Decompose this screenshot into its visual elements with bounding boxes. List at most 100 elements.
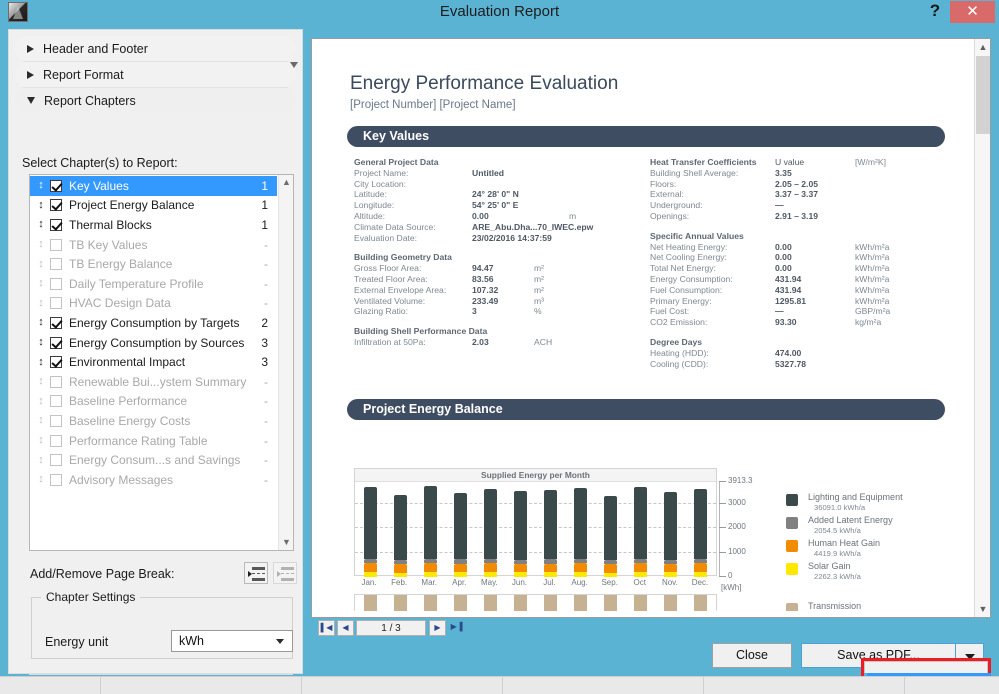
chapter-checkbox[interactable] bbox=[50, 435, 62, 447]
chapter-row[interactable]: ↕HVAC Design Data- bbox=[30, 294, 277, 314]
accordion-report-format[interactable]: Report Format bbox=[15, 62, 296, 87]
chapter-checkbox[interactable] bbox=[50, 395, 62, 407]
drag-handle-icon[interactable]: ↕ bbox=[34, 337, 47, 348]
chapter-row[interactable]: ↕Thermal Blocks1 bbox=[30, 215, 277, 235]
chapter-row[interactable]: ↕ TB Energy Balance- bbox=[30, 254, 277, 274]
energy-unit-select[interactable]: kWh bbox=[171, 630, 293, 652]
page-number-input[interactable]: 1 / 3 bbox=[356, 620, 426, 636]
scroll-up-icon[interactable]: ▲ bbox=[279, 175, 294, 190]
chevron-down-icon bbox=[27, 97, 35, 104]
chart-losses bbox=[354, 594, 717, 611]
drag-handle-icon[interactable]: ↕ bbox=[34, 180, 47, 191]
chart-bar-segment bbox=[484, 563, 497, 572]
drag-handle-icon[interactable]: ↕ bbox=[34, 239, 47, 250]
drag-handle-icon[interactable]: ↕ bbox=[34, 200, 47, 211]
kv-value: 54° 25' 0" E bbox=[472, 200, 518, 211]
chapter-checkbox[interactable] bbox=[50, 454, 62, 466]
chapter-row[interactable]: ↕Baseline Performance- bbox=[30, 392, 277, 412]
chapter-list[interactable]: ↕Key Values1↕Project Energy Balance1↕The… bbox=[29, 174, 294, 551]
chapter-page-count: - bbox=[251, 257, 277, 271]
next-page-button[interactable]: ▶ bbox=[429, 620, 446, 636]
panel-scroll-indicator[interactable] bbox=[290, 62, 300, 76]
chapter-row[interactable]: ↕Energy Consumption by Sources3 bbox=[30, 333, 277, 353]
chapter-checkbox[interactable] bbox=[50, 239, 62, 251]
help-icon[interactable]: ? bbox=[923, 0, 947, 24]
chapter-label: TB Energy Balance bbox=[69, 257, 251, 271]
drag-handle-icon[interactable]: ↕ bbox=[34, 455, 47, 466]
add-page-break-button[interactable] bbox=[244, 562, 268, 584]
drag-handle-icon[interactable]: ↕ bbox=[34, 435, 47, 446]
chapter-checkbox[interactable] bbox=[50, 317, 62, 329]
chapter-checkbox[interactable] bbox=[50, 219, 62, 231]
chapter-row[interactable]: ↕Energy Consumption by Targets2 bbox=[30, 313, 277, 333]
chevron-right-icon bbox=[27, 71, 34, 79]
chapter-checkbox[interactable] bbox=[50, 356, 62, 368]
kv-unit: kWh/m²a bbox=[855, 296, 889, 307]
chapter-checkbox[interactable] bbox=[50, 415, 62, 427]
kv-unit: GBP/m²a bbox=[855, 306, 890, 317]
legend-item: Human Heat Gain4419.9 kWh/a bbox=[786, 539, 966, 562]
chapter-checkbox[interactable] bbox=[50, 258, 62, 270]
kv-key: Longitude: bbox=[354, 200, 394, 211]
remove-page-break-button[interactable] bbox=[273, 562, 297, 584]
chapter-checkbox[interactable] bbox=[50, 297, 62, 309]
chapter-list-scrollbar[interactable]: ▲ ▼ bbox=[278, 175, 293, 550]
chart-bar-segment bbox=[664, 492, 677, 560]
drag-handle-icon[interactable]: ↕ bbox=[34, 278, 47, 289]
chapter-checkbox[interactable] bbox=[50, 474, 62, 486]
accordion-report-chapters[interactable]: Report Chapters bbox=[15, 88, 296, 113]
chapter-checkbox[interactable] bbox=[50, 199, 62, 211]
drag-handle-icon[interactable]: ↕ bbox=[34, 298, 47, 309]
chart-bar-segment bbox=[424, 572, 437, 577]
chapter-row[interactable]: ↕Advisory Messages- bbox=[30, 470, 277, 490]
drag-handle-icon[interactable]: ↕ bbox=[34, 219, 47, 230]
scroll-down-icon[interactable]: ▼ bbox=[279, 535, 294, 550]
chapter-row[interactable]: ↕TB Key Values- bbox=[30, 235, 277, 255]
drag-handle-icon[interactable]: ↕ bbox=[34, 317, 47, 328]
drag-handle-icon[interactable]: ↕ bbox=[34, 474, 47, 485]
chapter-row[interactable]: ↕Energy Consum...s and Savings- bbox=[30, 450, 277, 470]
accordion-header-and-footer[interactable]: Header and Footer bbox=[15, 36, 296, 61]
accordion-group: Header and Footer Report Format Report C… bbox=[15, 36, 296, 113]
chapter-checkbox[interactable] bbox=[50, 180, 62, 192]
chapter-checkbox[interactable] bbox=[50, 376, 62, 388]
chart-bar bbox=[604, 595, 617, 611]
last-page-button[interactable]: ▶▐ bbox=[448, 620, 465, 636]
chart-bar-segment bbox=[604, 564, 617, 573]
kv-value: 2.91 – 3.19 bbox=[775, 211, 818, 222]
chapter-row[interactable]: ↕Environmental Impact3 bbox=[30, 352, 277, 372]
chapter-page-count: - bbox=[251, 434, 277, 448]
drag-handle-icon[interactable]: ↕ bbox=[34, 415, 47, 426]
chapter-row[interactable]: ↕Key Values1 bbox=[30, 176, 277, 196]
kv-value: 431.94 bbox=[775, 274, 801, 285]
drag-handle-icon[interactable]: ↕ bbox=[34, 357, 47, 368]
chapter-checkbox[interactable] bbox=[50, 278, 62, 290]
close-icon[interactable]: ✕ bbox=[950, 1, 995, 23]
scroll-up-icon[interactable]: ▲ bbox=[975, 39, 991, 55]
chapter-row[interactable]: ↕Project Energy Balance1 bbox=[30, 196, 277, 216]
close-button[interactable]: Close bbox=[712, 643, 792, 668]
kv-unit: kg/m²a bbox=[855, 317, 881, 328]
drag-handle-icon[interactable]: ↕ bbox=[34, 376, 47, 387]
chapter-row[interactable]: ↕Daily Temperature Profile- bbox=[30, 274, 277, 294]
scrollbar-thumb[interactable] bbox=[976, 56, 990, 134]
prev-page-button[interactable]: ◀ bbox=[337, 620, 354, 636]
kv-key: Climate Data Source: bbox=[354, 222, 436, 233]
drag-handle-icon[interactable]: ↕ bbox=[34, 259, 47, 270]
kv-value: 2.05 – 2.05 bbox=[775, 179, 818, 190]
first-page-button[interactable]: ▌◀ bbox=[318, 620, 335, 636]
chapter-row[interactable]: ↕Baseline Energy Costs- bbox=[30, 411, 277, 431]
preview-scrollbar[interactable]: ▲ ▼ bbox=[974, 39, 990, 617]
kv-key: Infiltration at 50Pa: bbox=[354, 337, 426, 348]
drag-handle-icon[interactable]: ↕ bbox=[34, 396, 47, 407]
chart-bar bbox=[364, 595, 377, 611]
chapter-checkbox[interactable] bbox=[50, 337, 62, 349]
chapter-row[interactable]: ↕Renewable Bui...ystem Summary- bbox=[30, 372, 277, 392]
chapter-row[interactable]: ↕Performance Rating Table- bbox=[30, 431, 277, 451]
scroll-down-icon[interactable]: ▼ bbox=[975, 601, 991, 617]
kv-unit: m² bbox=[534, 274, 544, 285]
chapter-label: HVAC Design Data bbox=[69, 296, 251, 310]
chart-bar bbox=[544, 490, 557, 577]
kv-row: Treated Floor Area:83.56m² bbox=[354, 274, 644, 285]
chart-x-label: Apr. bbox=[445, 578, 473, 587]
